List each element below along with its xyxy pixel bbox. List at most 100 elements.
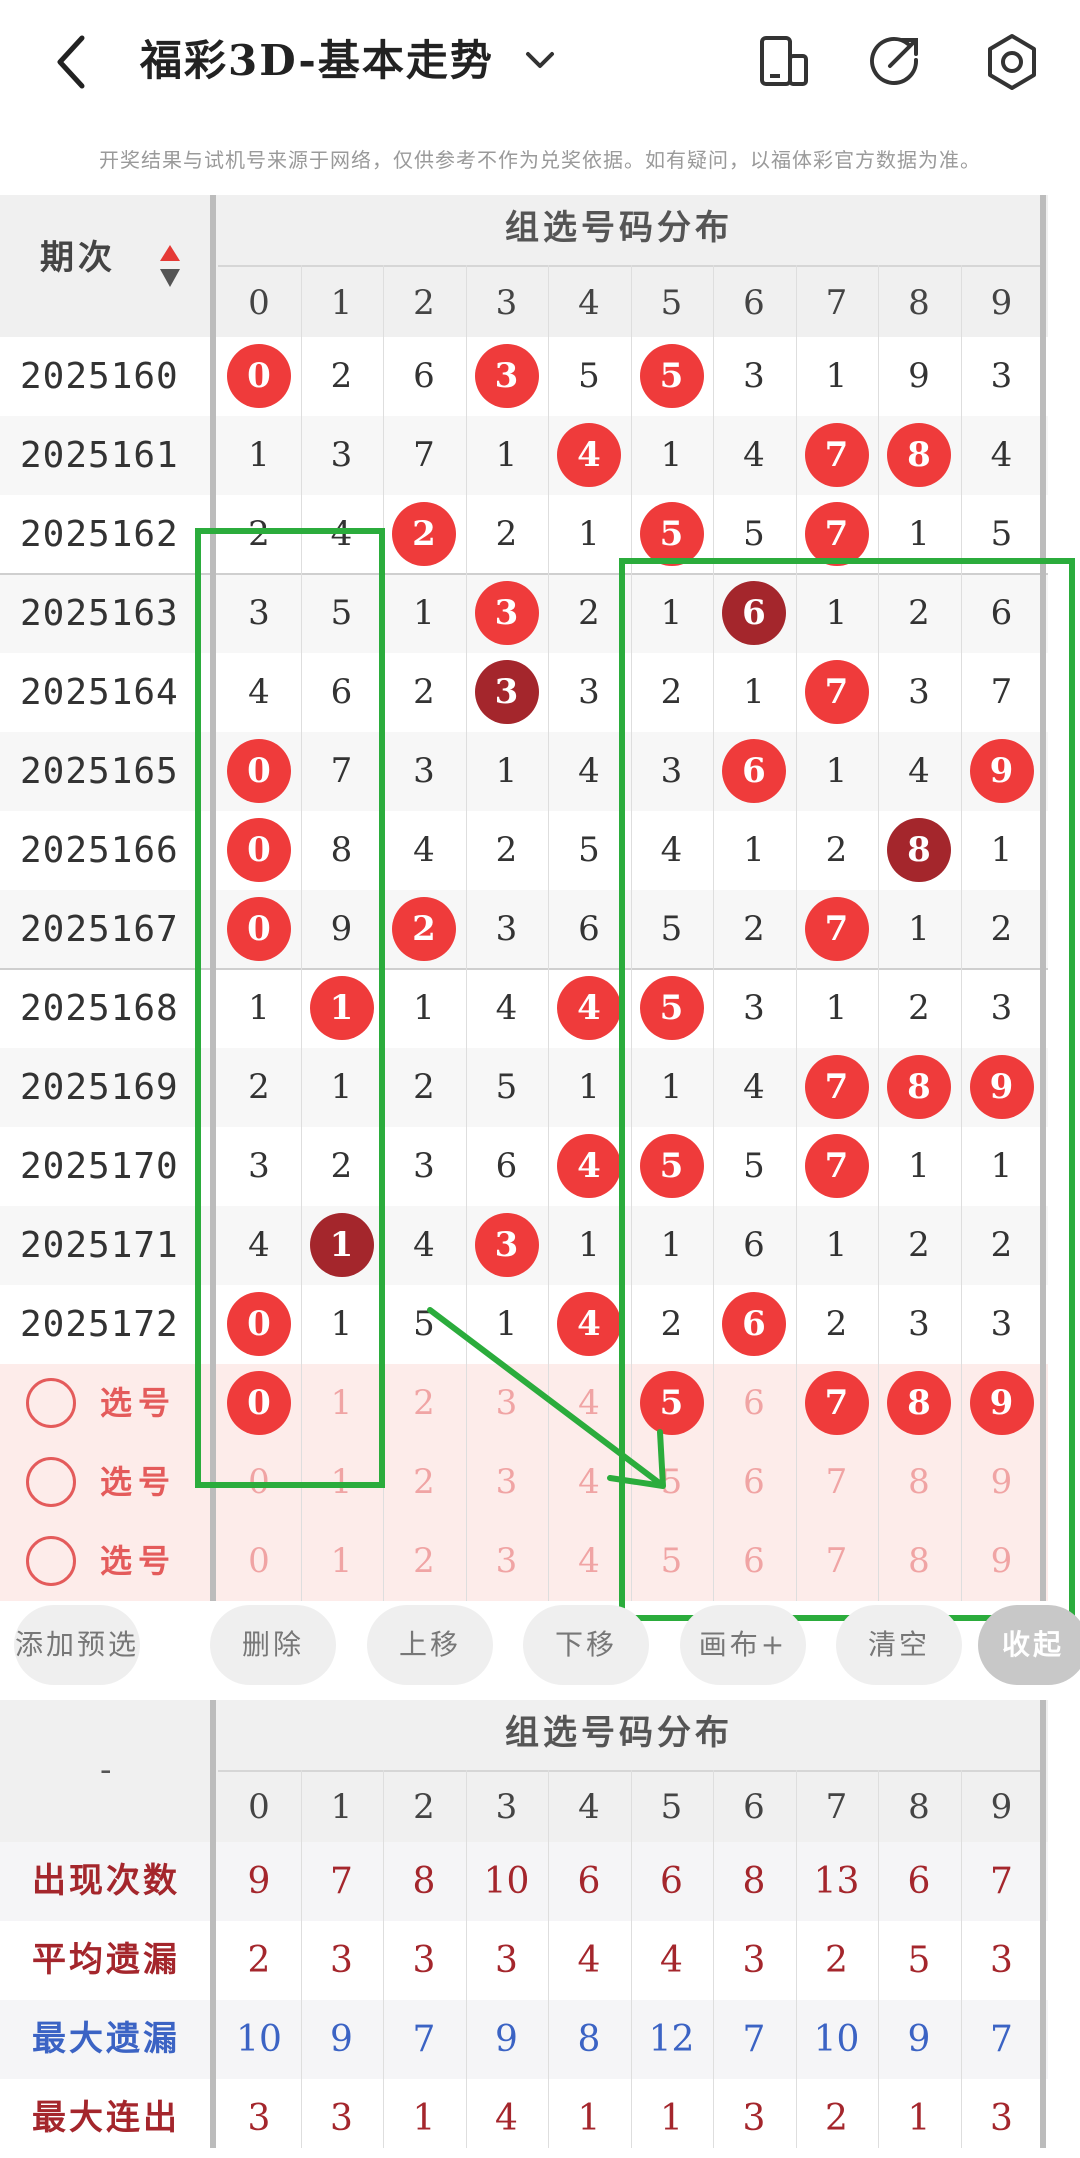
stats-row-label: 平均遗漏 xyxy=(32,1940,180,1980)
pick-digit[interactable]: 1 xyxy=(301,1522,383,1601)
hit-ball: 7 xyxy=(804,423,869,487)
table-cell: 2 xyxy=(495,514,518,554)
period-label: 2025163 xyxy=(20,593,179,634)
stats-value: 9 xyxy=(495,2019,518,2060)
stats-row-label: 最大遗漏 xyxy=(32,2019,180,2059)
digit-header: 2 xyxy=(413,283,435,323)
stats-column-divider xyxy=(465,1770,467,2148)
hit-ball: 2 xyxy=(392,502,456,566)
pick-radio[interactable] xyxy=(26,1457,76,1507)
stats-value: 7 xyxy=(742,2019,766,2060)
table-cell: 5 xyxy=(495,1067,518,1107)
stats-value: 3 xyxy=(247,2098,271,2139)
table-cell: 3 xyxy=(413,1146,435,1186)
pick-digit[interactable]: 4 xyxy=(548,1522,630,1601)
stats-blank-label: - xyxy=(100,1750,112,1790)
stats-value: 7 xyxy=(990,1861,1013,1902)
settings-icon[interactable] xyxy=(980,30,1044,94)
pick-radio[interactable] xyxy=(26,1378,76,1428)
disclaimer-notice: 开奖结果与试机号来源于网络，仅供参考不作为兑奖依据。如有疑问，以福体彩官方数据为… xyxy=(99,148,981,172)
stats-column-divider xyxy=(795,1770,797,2148)
digit-header: 3 xyxy=(495,283,518,323)
action-button[interactable]: 清空 xyxy=(836,1605,962,1685)
action-button[interactable]: 添加预选 xyxy=(14,1605,140,1685)
period-label: 2025171 xyxy=(20,1225,179,1266)
digit-header: 8 xyxy=(908,283,930,323)
screen-layout-icon[interactable] xyxy=(752,30,816,94)
action-button[interactable]: 下移 xyxy=(523,1605,649,1685)
annotation-box xyxy=(195,528,385,1488)
stats-row-label: 出现次数 xyxy=(32,1861,180,1901)
stats-value: 4 xyxy=(577,1940,601,1981)
table-cell: 4 xyxy=(578,751,600,791)
table-cell: 1 xyxy=(413,988,435,1028)
share-icon[interactable] xyxy=(862,30,926,94)
pick-digit[interactable]: 3 xyxy=(466,1522,548,1601)
header-divider xyxy=(218,265,1040,267)
annotation-arrow xyxy=(420,1300,670,1504)
table-cell: 6 xyxy=(578,909,600,949)
stats-digit-header: 0 xyxy=(248,1787,270,1827)
stats-value: 3 xyxy=(990,2098,1013,2139)
stats-value: 8 xyxy=(577,2019,601,2060)
stats-value: 8 xyxy=(412,1861,436,1902)
action-button[interactable]: 收起 xyxy=(978,1605,1080,1685)
hit-ball: 3 xyxy=(474,1213,539,1277)
table-cell: 6 xyxy=(495,1146,518,1186)
back-icon[interactable] xyxy=(52,32,92,92)
table-cell: 1 xyxy=(495,435,518,475)
stats-column-divider xyxy=(878,1770,879,2148)
period-label: 2025165 xyxy=(20,751,179,792)
table-cell: 1 xyxy=(825,356,848,396)
table-cell: 4 xyxy=(990,435,1013,475)
sort-icon[interactable] xyxy=(158,243,182,293)
table-cell: 1 xyxy=(578,1225,600,1265)
table-cell: 3 xyxy=(413,751,435,791)
hit-ball: 0 xyxy=(227,344,291,408)
stats-value: 10 xyxy=(483,1861,530,1902)
stats-value: 10 xyxy=(236,2019,282,2060)
pick-label: 选号 xyxy=(100,1542,177,1580)
period-label: 2025172 xyxy=(20,1304,179,1345)
action-button[interactable]: 删除 xyxy=(210,1605,336,1685)
stats-column-divider xyxy=(383,1770,384,2148)
stats-value: 1 xyxy=(577,2098,601,2139)
stats-digit-header: 3 xyxy=(495,1787,518,1827)
table-cell: 3 xyxy=(495,909,518,949)
stats-digit-header: 2 xyxy=(413,1787,435,1827)
chevron-down-icon[interactable] xyxy=(520,40,560,80)
period-label: 2025169 xyxy=(20,1067,179,1108)
pick-label: 选号 xyxy=(100,1463,177,1501)
stats-digit-header: 5 xyxy=(660,1787,683,1827)
stats-digit-header: 8 xyxy=(908,1787,930,1827)
stats-value: 2 xyxy=(825,2098,848,2139)
hit-ball: 4 xyxy=(557,423,621,487)
stats-value: 3 xyxy=(742,2098,766,2139)
action-button[interactable]: 画布+ xyxy=(680,1605,806,1685)
stats-value: 6 xyxy=(577,1861,601,1902)
stats-value: 9 xyxy=(907,2019,931,2060)
table-cell: 4 xyxy=(743,435,765,475)
stats-column-divider xyxy=(630,1770,632,2148)
stats-digit-header: 9 xyxy=(990,1787,1013,1827)
table-cell: 1 xyxy=(660,435,683,475)
period-label: 2025164 xyxy=(20,672,179,713)
hit-ball: 8 xyxy=(887,423,951,487)
page-title: 福彩3D-基本走势 xyxy=(140,36,494,85)
stats-value: 7 xyxy=(990,2019,1013,2060)
digit-header: 4 xyxy=(578,283,600,323)
stats-value: 4 xyxy=(495,2098,518,2139)
stats-value: 1 xyxy=(660,2098,683,2139)
pick-radio[interactable] xyxy=(26,1536,76,1586)
table-cell: 4 xyxy=(413,830,435,870)
action-button[interactable]: 上移 xyxy=(367,1605,493,1685)
stats-group-header: 组选号码分布 xyxy=(505,1713,733,1753)
digit-header: 5 xyxy=(660,283,683,323)
pick-digit[interactable]: 0 xyxy=(218,1522,300,1601)
stats-digit-header: 6 xyxy=(743,1787,765,1827)
pick-digit[interactable]: 2 xyxy=(383,1522,465,1601)
table-cell: 3 xyxy=(743,356,765,396)
stats-column-divider xyxy=(300,1770,302,2148)
hit-ball: 4 xyxy=(557,976,621,1040)
stats-value: 7 xyxy=(412,2019,436,2060)
